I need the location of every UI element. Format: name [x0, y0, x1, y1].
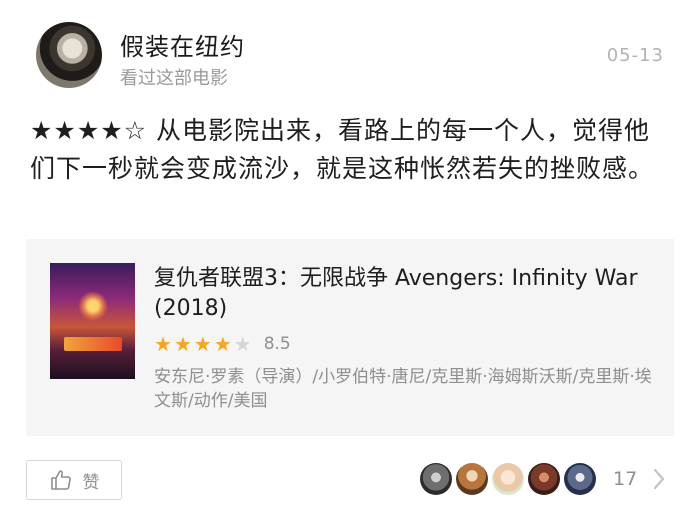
- user-action: 看过这部电影: [120, 68, 228, 89]
- movie-card[interactable]: 复仇者联盟3：无限战争 Avengers: Infinity War (2018…: [26, 239, 674, 436]
- star-icon: ★: [173, 332, 192, 356]
- user-avatar[interactable]: [36, 22, 102, 88]
- movie-title: 复仇者联盟3：无限战争 Avengers: Infinity War (2018…: [154, 266, 638, 321]
- movie-poster: [50, 263, 135, 379]
- post-date: 05-13: [606, 45, 664, 66]
- movie-rating: ★ ★ ★ ★ ★ 8.5: [154, 333, 291, 355]
- liker-avatar[interactable]: [528, 463, 560, 495]
- star-icon: ★: [213, 332, 232, 356]
- thumbs-up-icon: [49, 468, 73, 492]
- chevron-right-icon[interactable]: [652, 467, 666, 495]
- user-name[interactable]: 假装在纽约: [120, 27, 245, 62]
- movie-meta: 安东尼·罗素（导演）/小罗伯特·唐尼/克里斯·海姆斯沃斯/克里斯·埃文斯/动作/…: [154, 367, 652, 411]
- like-button[interactable]: 赞: [26, 460, 122, 500]
- liker-avatar[interactable]: [456, 463, 488, 495]
- movie-score: 8.5: [263, 334, 291, 354]
- review-text: ★★★★☆ 从电影院出来，看路上的每一个人，觉得他们下一秒就会变成流沙，就是这种…: [30, 116, 655, 183]
- liker-avatar[interactable]: [420, 463, 452, 495]
- star-icon: ★: [233, 332, 252, 356]
- liker-avatars[interactable]: [420, 463, 600, 495]
- like-count: 17: [613, 468, 638, 490]
- star-icon: ★: [193, 332, 212, 356]
- like-label: 赞: [82, 472, 100, 493]
- liker-avatar[interactable]: [564, 463, 596, 495]
- liker-avatar[interactable]: [492, 463, 524, 495]
- star-icon: ★: [154, 332, 172, 356]
